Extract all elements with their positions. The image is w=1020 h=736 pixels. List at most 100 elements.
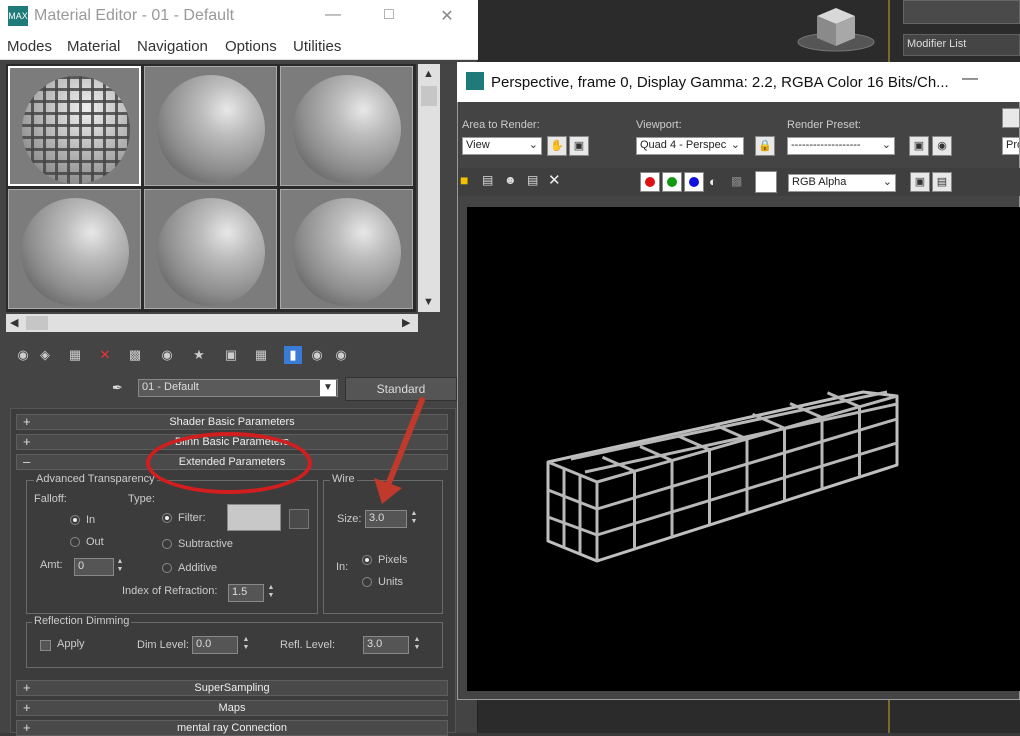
reset-map-icon[interactable]: ✕: [96, 346, 114, 364]
put-to-scene-icon[interactable]: ◈: [36, 346, 54, 364]
menu-utilities[interactable]: Utilities: [293, 38, 341, 55]
render-setup-icon[interactable]: ▣: [909, 136, 929, 156]
sample-slot[interactable]: [144, 189, 277, 309]
put-to-library-icon[interactable]: ★: [190, 346, 208, 364]
type-additive-radio[interactable]: [162, 563, 172, 573]
object-name-field[interactable]: [903, 0, 1020, 24]
falloff-in-radio[interactable]: [70, 515, 80, 525]
wire-size-spinner[interactable]: 3.0: [365, 510, 407, 528]
viewport-dropdown[interactable]: Quad 4 - Perspec ⌄: [636, 137, 744, 155]
sample-slot[interactable]: [8, 189, 141, 309]
sample-slot[interactable]: [280, 66, 413, 186]
filter-color-swatch[interactable]: [227, 504, 281, 531]
refl-level-spinner[interactable]: 3.0: [363, 636, 409, 654]
pixels-label: Pixels: [378, 554, 408, 566]
menu-options[interactable]: Options: [225, 38, 277, 55]
close-icon[interactable]: ✕: [432, 6, 462, 26]
filter-map-button[interactable]: [289, 509, 309, 529]
scroll-up-icon[interactable]: ▲: [423, 68, 434, 80]
falloff-out-radio[interactable]: [70, 537, 80, 547]
scroll-down-icon[interactable]: ▼: [423, 296, 434, 308]
display-toggle-icon[interactable]: ▣: [910, 172, 930, 192]
lock-icon[interactable]: 🔒: [755, 136, 775, 156]
rollout-mental-ray[interactable]: + mental ray Connection: [16, 720, 448, 736]
auto-region-icon[interactable]: ▣: [569, 136, 589, 156]
copy-image-icon[interactable]: ▤: [482, 173, 493, 187]
channel-display-dropdown[interactable]: RGB Alpha ⌄: [788, 174, 896, 192]
green-channel-toggle[interactable]: [662, 172, 682, 192]
dim-level-spinner[interactable]: 0.0: [192, 636, 238, 654]
additive-label: Additive: [178, 562, 218, 574]
rollout-supersampling[interactable]: + SuperSampling: [16, 680, 448, 696]
scroll-right-icon[interactable]: ▶: [402, 316, 410, 329]
toggle-ui-icon[interactable]: ▤: [932, 172, 952, 192]
material-editor-titlebar: MAX Material Editor - 01 - Default — □ ✕: [0, 0, 478, 32]
sample-slot[interactable]: [8, 66, 141, 186]
monochrome-icon[interactable]: ▩: [731, 174, 742, 188]
go-to-parent-icon[interactable]: ◉: [308, 346, 326, 364]
sphere-preview: [21, 198, 129, 306]
material-name-field[interactable]: 01 - Default: [138, 379, 338, 397]
hand-icon[interactable]: ✋: [547, 136, 567, 156]
modifier-list-dropdown[interactable]: Modifier List: [903, 34, 1020, 56]
go-forward-sibling-icon[interactable]: ◉: [332, 346, 350, 364]
red-channel-toggle[interactable]: [640, 172, 660, 192]
copy-material-icon[interactable]: ▩: [126, 346, 144, 364]
spinner-arrows-icon[interactable]: ▲ ▼: [266, 584, 276, 602]
spinner-arrows-icon[interactable]: ▲ ▼: [409, 510, 419, 528]
minimize-icon[interactable]: —: [962, 70, 978, 88]
render-window-title: Perspective, frame 0, Display Gamma: 2.2…: [491, 74, 949, 91]
slots-vertical-scrollbar[interactable]: ▲ ▼: [418, 64, 440, 312]
ior-spinner[interactable]: 1.5: [228, 584, 264, 602]
show-end-result-icon[interactable]: ▮: [284, 346, 302, 364]
menu-modes[interactable]: Modes: [7, 38, 52, 55]
material-id-icon[interactable]: ▣: [222, 346, 240, 364]
menu-material[interactable]: Material: [67, 38, 120, 55]
show-map-icon[interactable]: ▦: [252, 346, 270, 364]
type-filter-radio[interactable]: [162, 513, 172, 523]
apply-checkbox[interactable]: [40, 640, 51, 651]
scroll-left-icon[interactable]: ◀: [10, 316, 18, 329]
subtractive-label: Subtractive: [178, 538, 234, 550]
color-swatch[interactable]: [755, 171, 777, 193]
production-dropdown[interactable]: Pro: [1002, 137, 1020, 155]
area-to-render-dropdown[interactable]: View ⌄: [462, 137, 542, 155]
spinner-arrows-icon[interactable]: ▲ ▼: [241, 636, 251, 654]
spinner-arrows-icon[interactable]: ▲ ▼: [115, 558, 125, 576]
sample-slot[interactable]: [280, 189, 413, 309]
scroll-thumb[interactable]: [26, 316, 48, 330]
maximize-icon[interactable]: □: [374, 6, 404, 26]
wire-units-radio[interactable]: [362, 577, 372, 587]
render-preset-dropdown[interactable]: ------------------- ⌄: [787, 137, 895, 155]
viewport-label: Viewport:: [636, 119, 682, 131]
save-image-icon[interactable]: ■: [460, 172, 468, 188]
viewcube-icon[interactable]: [795, 2, 877, 52]
expand-icon: +: [23, 434, 31, 449]
get-material-icon[interactable]: ◉: [14, 346, 32, 364]
menu-navigation[interactable]: Navigation: [137, 38, 208, 55]
wire-in-label: In:: [336, 561, 349, 573]
clear-icon[interactable]: ✕: [548, 171, 561, 189]
type-subtractive-radio[interactable]: [162, 539, 172, 549]
scroll-thumb[interactable]: [421, 86, 437, 106]
assign-material-icon[interactable]: ▦: [66, 346, 84, 364]
clone-frame-icon[interactable]: ☻: [504, 173, 517, 187]
slots-horizontal-scrollbar[interactable]: ◀ ▶: [6, 314, 418, 332]
eyedropper-icon[interactable]: ✒: [112, 380, 123, 396]
rollout-maps[interactable]: + Maps: [16, 700, 448, 716]
dim-level-label: Dim Level:: [137, 639, 189, 651]
environment-icon[interactable]: ◉: [932, 136, 952, 156]
make-unique-icon[interactable]: ◉: [158, 346, 176, 364]
sample-slot[interactable]: [144, 66, 277, 186]
alpha-channel-icon[interactable]: ◐: [709, 174, 717, 189]
render-button[interactable]: [1002, 108, 1020, 128]
wire-size-label: Size:: [337, 513, 362, 525]
expand-icon: +: [23, 700, 31, 715]
chevron-down-icon[interactable]: ▼: [320, 380, 336, 396]
spinner-arrows-icon[interactable]: ▲ ▼: [412, 636, 422, 654]
blue-channel-toggle[interactable]: [684, 172, 704, 192]
amt-spinner[interactable]: 0: [74, 558, 114, 576]
print-image-icon[interactable]: ▤: [527, 173, 538, 187]
minimize-icon[interactable]: —: [318, 6, 348, 26]
wire-pixels-radio[interactable]: [362, 555, 372, 565]
